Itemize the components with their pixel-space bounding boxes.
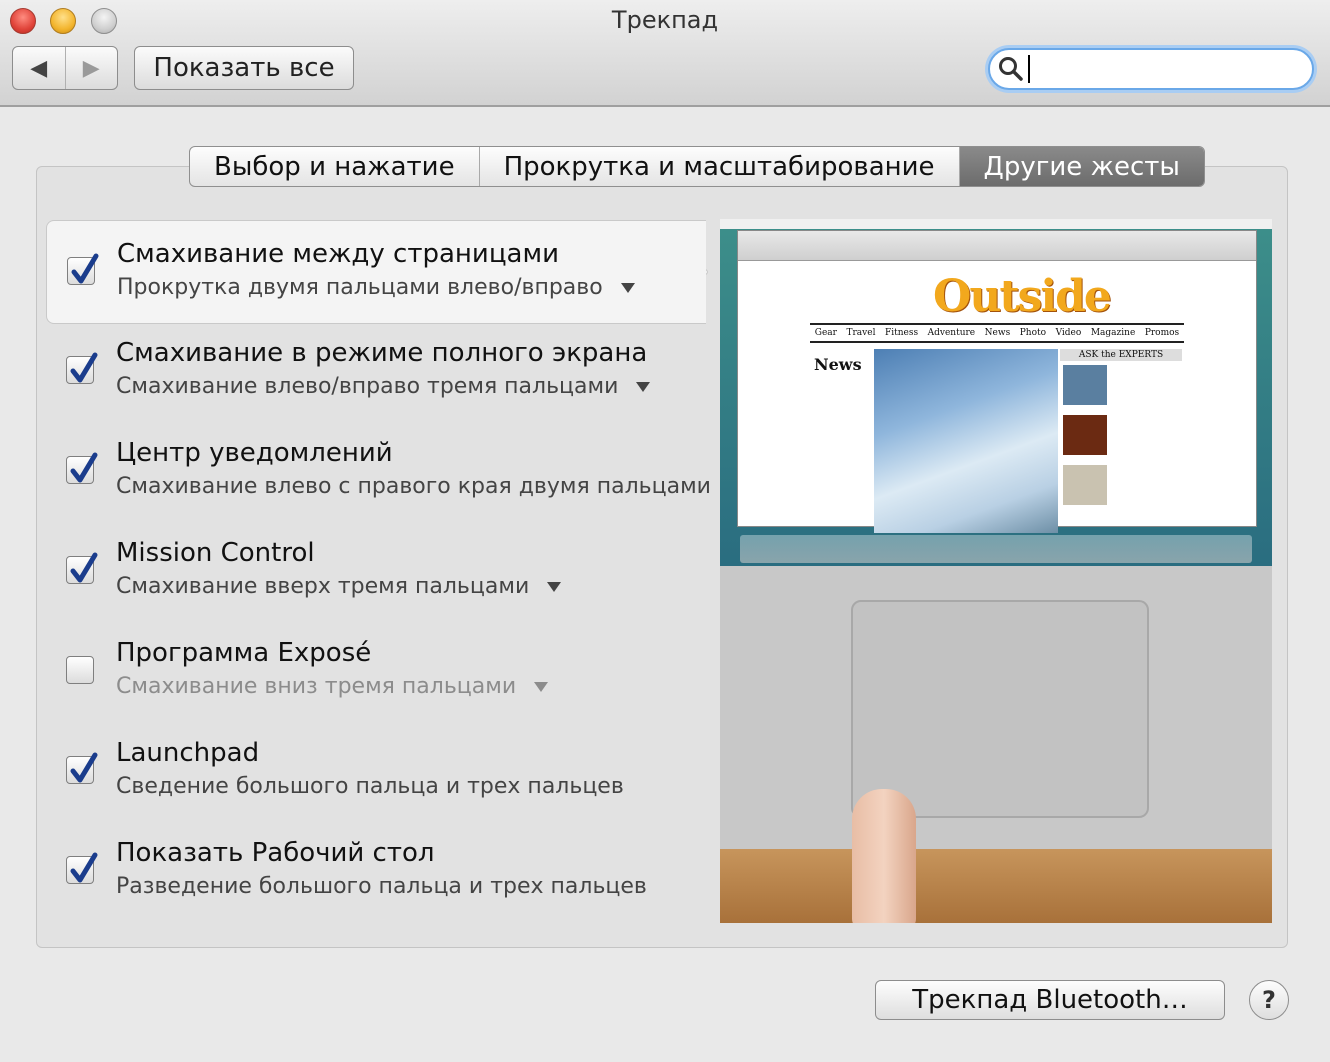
gesture-subtitle: Прокрутка двумя пальцами влево/вправо	[117, 275, 603, 300]
gesture-subtitle: Разведение большого пальца и трех пальце…	[116, 874, 647, 899]
gesture-row-notification-center[interactable]: Центр уведомлений Смахивание влево с пра…	[46, 420, 711, 524]
search-icon	[999, 57, 1023, 81]
checkmark-icon	[70, 352, 98, 383]
checkmark-icon	[71, 253, 99, 284]
forward-button[interactable]: ▶	[64, 47, 118, 89]
preview-thumb-dog	[1063, 365, 1107, 405]
gesture-title: Mission Control	[116, 538, 315, 568]
gesture-subtitle: Смахивание влево/вправо тремя пальцами	[116, 374, 619, 399]
preview-nav-item: Magazine	[1090, 328, 1136, 338]
gesture-subtitle: Смахивание вверх тремя пальцами	[116, 574, 530, 599]
preview-dock	[740, 535, 1252, 563]
gesture-option-dropdown[interactable]: Смахивание влево/вправо тремя пальцами	[116, 374, 651, 399]
gesture-row-swipe-pages[interactable]: Смахивание между страницами Прокрутка дв…	[46, 220, 706, 324]
preview-trackpad	[851, 600, 1149, 818]
preview-experts-heading: ASK the EXPERTS	[1060, 349, 1182, 361]
preview-menubar	[720, 219, 1272, 229]
dropdown-arrow-icon	[636, 382, 651, 392]
dropdown-arrow-icon	[534, 682, 549, 692]
checkbox-fullscreen-swipe[interactable]	[66, 352, 98, 384]
gesture-subtitle: Смахивание влево с правого края двумя па…	[116, 474, 711, 499]
preview-nav-item: Gear	[814, 328, 837, 338]
tab-scroll-and-zoom[interactable]: Прокрутка и масштабирование	[480, 147, 960, 186]
preview-browser-window: Outside Gear Travel Fitness Adventure Ne…	[737, 230, 1257, 533]
forward-arrow-icon: ▶	[82, 55, 100, 81]
preview-finger	[852, 789, 916, 923]
text-caret	[1028, 55, 1030, 83]
gesture-row-show-desktop[interactable]: Показать Рабочий стол Разведение большог…	[46, 820, 706, 924]
gesture-option-dropdown[interactable]: Смахивание вниз тремя пальцами	[116, 674, 549, 699]
gesture-subtitle: Сведение большого пальца и трех пальцев	[116, 774, 624, 799]
preview-thumb-sheep	[1063, 465, 1107, 505]
dropdown-arrow-icon	[620, 283, 635, 293]
gesture-title: Центр уведомлений	[116, 438, 393, 468]
preview-nav-item: Fitness	[884, 328, 919, 338]
preview-thumb-shoes	[1063, 415, 1107, 455]
gesture-title: Смахивание между страницами	[117, 239, 559, 269]
preview-screen: Outside Gear Travel Fitness Adventure Ne…	[720, 219, 1272, 566]
tab-bar: Выбор и нажатие Прокрутка и масштабирова…	[189, 146, 1205, 187]
preview-nav-item: Travel	[846, 328, 876, 338]
checkbox-expose[interactable]	[66, 656, 94, 684]
gesture-row-expose[interactable]: Программа Exposé Смахивание вниз тремя п…	[46, 620, 706, 724]
checkbox-show-desktop[interactable]	[66, 852, 98, 884]
checkmark-icon	[70, 852, 98, 883]
gesture-row-mission-control[interactable]: Mission Control Смахивание вверх тремя п…	[46, 520, 706, 624]
dropdown-arrow-icon	[547, 582, 562, 592]
gesture-title: Показать Рабочий стол	[116, 838, 435, 868]
gesture-row-launchpad[interactable]: Launchpad Сведение большого пальца и тре…	[46, 720, 706, 824]
preview-site-logo: Outside	[933, 271, 1112, 322]
checkbox-swipe-pages[interactable]	[67, 253, 99, 285]
preview-nav-item: Promos	[1144, 328, 1180, 338]
tab-more-gestures[interactable]: Другие жесты	[959, 147, 1204, 186]
checkmark-icon	[70, 752, 98, 783]
preview-glacier-photo	[874, 349, 1058, 533]
search-field[interactable]	[988, 48, 1314, 90]
preview-site-nav: Gear Travel Fitness Adventure News Photo…	[810, 323, 1184, 343]
window-title: Трекпад	[611, 6, 719, 34]
help-button[interactable]: ?	[1249, 980, 1289, 1020]
back-arrow-icon: ◀	[30, 55, 48, 81]
window-toolbar: Трекпад ◀ ▶ Показать все	[0, 0, 1330, 107]
tab-point-and-click[interactable]: Выбор и нажатие	[190, 147, 480, 186]
preview-desk	[720, 849, 1272, 923]
bluetooth-trackpad-button[interactable]: Трекпад Bluetooth…	[875, 980, 1225, 1020]
checkbox-launchpad[interactable]	[66, 752, 98, 784]
preview-browser-chrome	[738, 231, 1256, 261]
show-all-button[interactable]: Показать все	[134, 46, 354, 90]
back-forward-control: ◀ ▶	[12, 46, 118, 90]
back-button[interactable]: ◀	[13, 47, 65, 89]
help-icon: ?	[1262, 986, 1276, 1014]
gesture-title: Смахивание в режиме полного экрана	[116, 338, 648, 368]
gesture-option-dropdown[interactable]: Смахивание вверх тремя пальцами	[116, 574, 562, 599]
checkbox-mission-control[interactable]	[66, 552, 98, 584]
gesture-subtitle: Смахивание вниз тремя пальцами	[116, 674, 517, 699]
preview-news-heading: News	[814, 355, 862, 374]
preview-nav-item: Video	[1055, 328, 1082, 338]
preview-nav-item: News	[984, 328, 1011, 338]
gesture-row-fullscreen-swipe[interactable]: Смахивание в режиме полного экрана Смахи…	[46, 320, 706, 424]
gesture-option-dropdown[interactable]: Прокрутка двумя пальцами влево/вправо	[117, 275, 635, 300]
checkbox-notification-center[interactable]	[66, 452, 98, 484]
preview-nav-item: Adventure	[927, 328, 976, 338]
checkmark-icon	[70, 552, 98, 583]
gesture-title: Программа Exposé	[116, 638, 372, 668]
gesture-title: Launchpad	[116, 738, 260, 768]
preview-nav-item: Photo	[1019, 328, 1047, 338]
gesture-preview-video: Outside Gear Travel Fitness Adventure Ne…	[720, 219, 1272, 923]
checkmark-icon	[70, 452, 98, 483]
